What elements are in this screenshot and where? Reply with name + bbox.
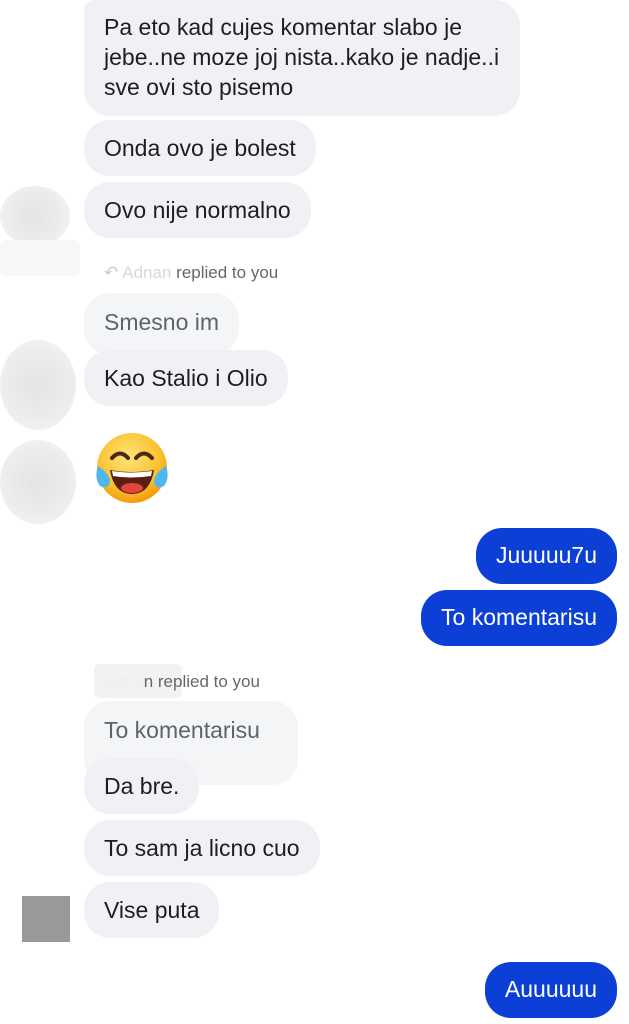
- message-text: Pa eto kad cujes komentar slabo je jebe.…: [104, 14, 500, 100]
- outgoing-message[interactable]: To komentarisu: [421, 590, 617, 646]
- quoted-text: To komentarisu: [104, 717, 260, 743]
- message-text: Da bre.: [104, 773, 180, 799]
- quoted-text: Smesno im: [104, 309, 220, 335]
- incoming-message[interactable]: Vise puta: [84, 882, 220, 938]
- incoming-message[interactable]: Kao Stalio i Olio: [84, 350, 288, 406]
- emoji-icon: [96, 433, 168, 503]
- avatar[interactable]: [0, 340, 76, 430]
- message-text: Onda ovo je bolest: [104, 135, 296, 161]
- message-text: Vise puta: [104, 897, 200, 923]
- reply-label: replied to you: [176, 263, 279, 282]
- outgoing-message[interactable]: Juuuuu7u: [475, 528, 617, 584]
- sender-name: Adnan: [122, 263, 172, 282]
- message-text: To sam ja licno cuo: [104, 835, 300, 861]
- message-text: Kao Stalio i Olio: [104, 365, 268, 391]
- avatar[interactable]: [0, 440, 76, 524]
- incoming-message[interactable]: Da bre.: [84, 758, 200, 814]
- incoming-message[interactable]: To sam ja licno cuo: [84, 820, 320, 876]
- quoted-message[interactable]: Smesno im: [84, 293, 240, 355]
- avatar[interactable]: [22, 896, 70, 942]
- message-text: Ovo nije normalno: [104, 197, 291, 223]
- reply-header: ↶ Adnan replied to you: [104, 263, 278, 283]
- outgoing-message[interactable]: Auuuuuu: [484, 962, 617, 1018]
- incoming-message[interactable]: Pa eto kad cujes komentar slabo je jebe.…: [84, 0, 520, 116]
- sender-name: Adna: [104, 672, 144, 691]
- message-text: Auuuuuu: [504, 976, 597, 1002]
- reply-icon: ↶: [104, 263, 119, 282]
- incoming-message[interactable]: Ovo nije normalno: [84, 182, 311, 238]
- laughing-with-tears-emoji[interactable]: [92, 428, 172, 508]
- message-text: Juuuuu7u: [495, 542, 597, 568]
- message-text: To komentarisu: [441, 604, 597, 630]
- incoming-message[interactable]: Onda ovo je bolest: [84, 120, 316, 176]
- blurred-area: [0, 240, 80, 276]
- reply-header: Adnan replied to you: [104, 672, 260, 692]
- reply-label: n replied to you: [143, 672, 260, 691]
- avatar[interactable]: [0, 186, 70, 246]
